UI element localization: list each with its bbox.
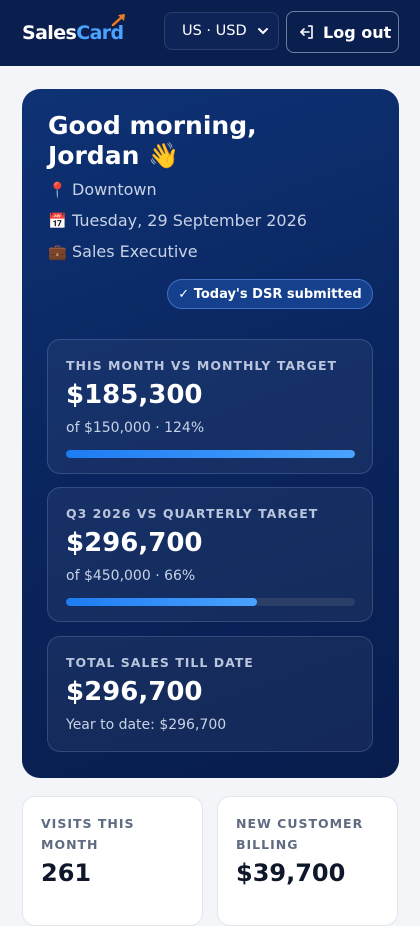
date-row: 📅 Tuesday, 29 September 2026 (48, 211, 307, 230)
location-row: 📍 Downtown (48, 180, 157, 199)
stat-subtext: of $150,000 · 124% (66, 420, 205, 436)
quarterly-target-card: Q3 2026 VS QUARTERLY TARGET $296,700 of … (47, 487, 373, 622)
briefcase-icon: 💼 (48, 242, 67, 261)
role-row: 💼 Sales Executive (48, 242, 198, 261)
progress-track (66, 450, 355, 458)
mini-card-label: VISITS THIS MONTH (41, 816, 135, 852)
stat-label: THIS MONTH VS MONTHLY TARGET (66, 358, 338, 373)
role-text: Sales Executive (72, 242, 198, 261)
progress-fill (66, 450, 355, 458)
progress-track (66, 598, 355, 606)
top-bar: Sales Card US · USD Log out (0, 0, 420, 66)
stat-subtext: Year to date: $296,700 (66, 717, 227, 733)
progress-fill (66, 598, 257, 606)
logout-button[interactable]: Log out (286, 11, 399, 53)
stat-label: TOTAL SALES TILL DATE (66, 655, 254, 670)
mini-card-label: NEW CUSTOMER BILLING (236, 816, 364, 852)
monthly-target-card: THIS MONTH VS MONTHLY TARGET $185,300 of… (47, 339, 373, 474)
app-logo[interactable]: Sales Card (22, 14, 125, 44)
greeting-heading: Good morning, Jordan 👋 (48, 111, 348, 171)
logout-icon (300, 25, 313, 39)
stat-label: Q3 2026 VS QUARTERLY TARGET (66, 506, 319, 521)
chevron-down-icon (258, 28, 268, 35)
mini-card-value: $39,700 (236, 859, 346, 887)
welcome-card: Good morning, Jordan 👋 📍 Downtown 📅 Tues… (22, 89, 399, 778)
location-text: Downtown (72, 180, 157, 199)
logout-label: Log out (323, 22, 392, 42)
greeting-line-1: Good morning, (48, 111, 257, 140)
stat-value: $296,700 (66, 528, 203, 558)
date-text: Tuesday, 29 September 2026 (72, 211, 307, 230)
total-sales-card: TOTAL SALES TILL DATE $296,700 Year to d… (47, 636, 373, 752)
dsr-status-badge: ✓ Today's DSR submitted (167, 279, 373, 309)
mini-card-value: 261 (41, 859, 92, 887)
stat-value: $185,300 (66, 380, 203, 410)
pin-icon: 📍 (48, 180, 67, 199)
visits-card: VISITS THIS MONTH 261 (22, 796, 203, 926)
stat-subtext: of $450,000 · 66% (66, 568, 196, 584)
currency-selected-value: US · USD (182, 23, 247, 39)
calendar-icon: 📅 (48, 211, 67, 230)
greeting-line-2: Jordan 👋 (48, 141, 180, 170)
stat-value: $296,700 (66, 677, 203, 707)
logo-arrow-icon (111, 14, 125, 27)
customer-billing-card: NEW CUSTOMER BILLING $39,700 (217, 796, 398, 926)
currency-select[interactable]: US · USD (164, 12, 279, 50)
logo-text-sales: Sales (22, 22, 77, 44)
